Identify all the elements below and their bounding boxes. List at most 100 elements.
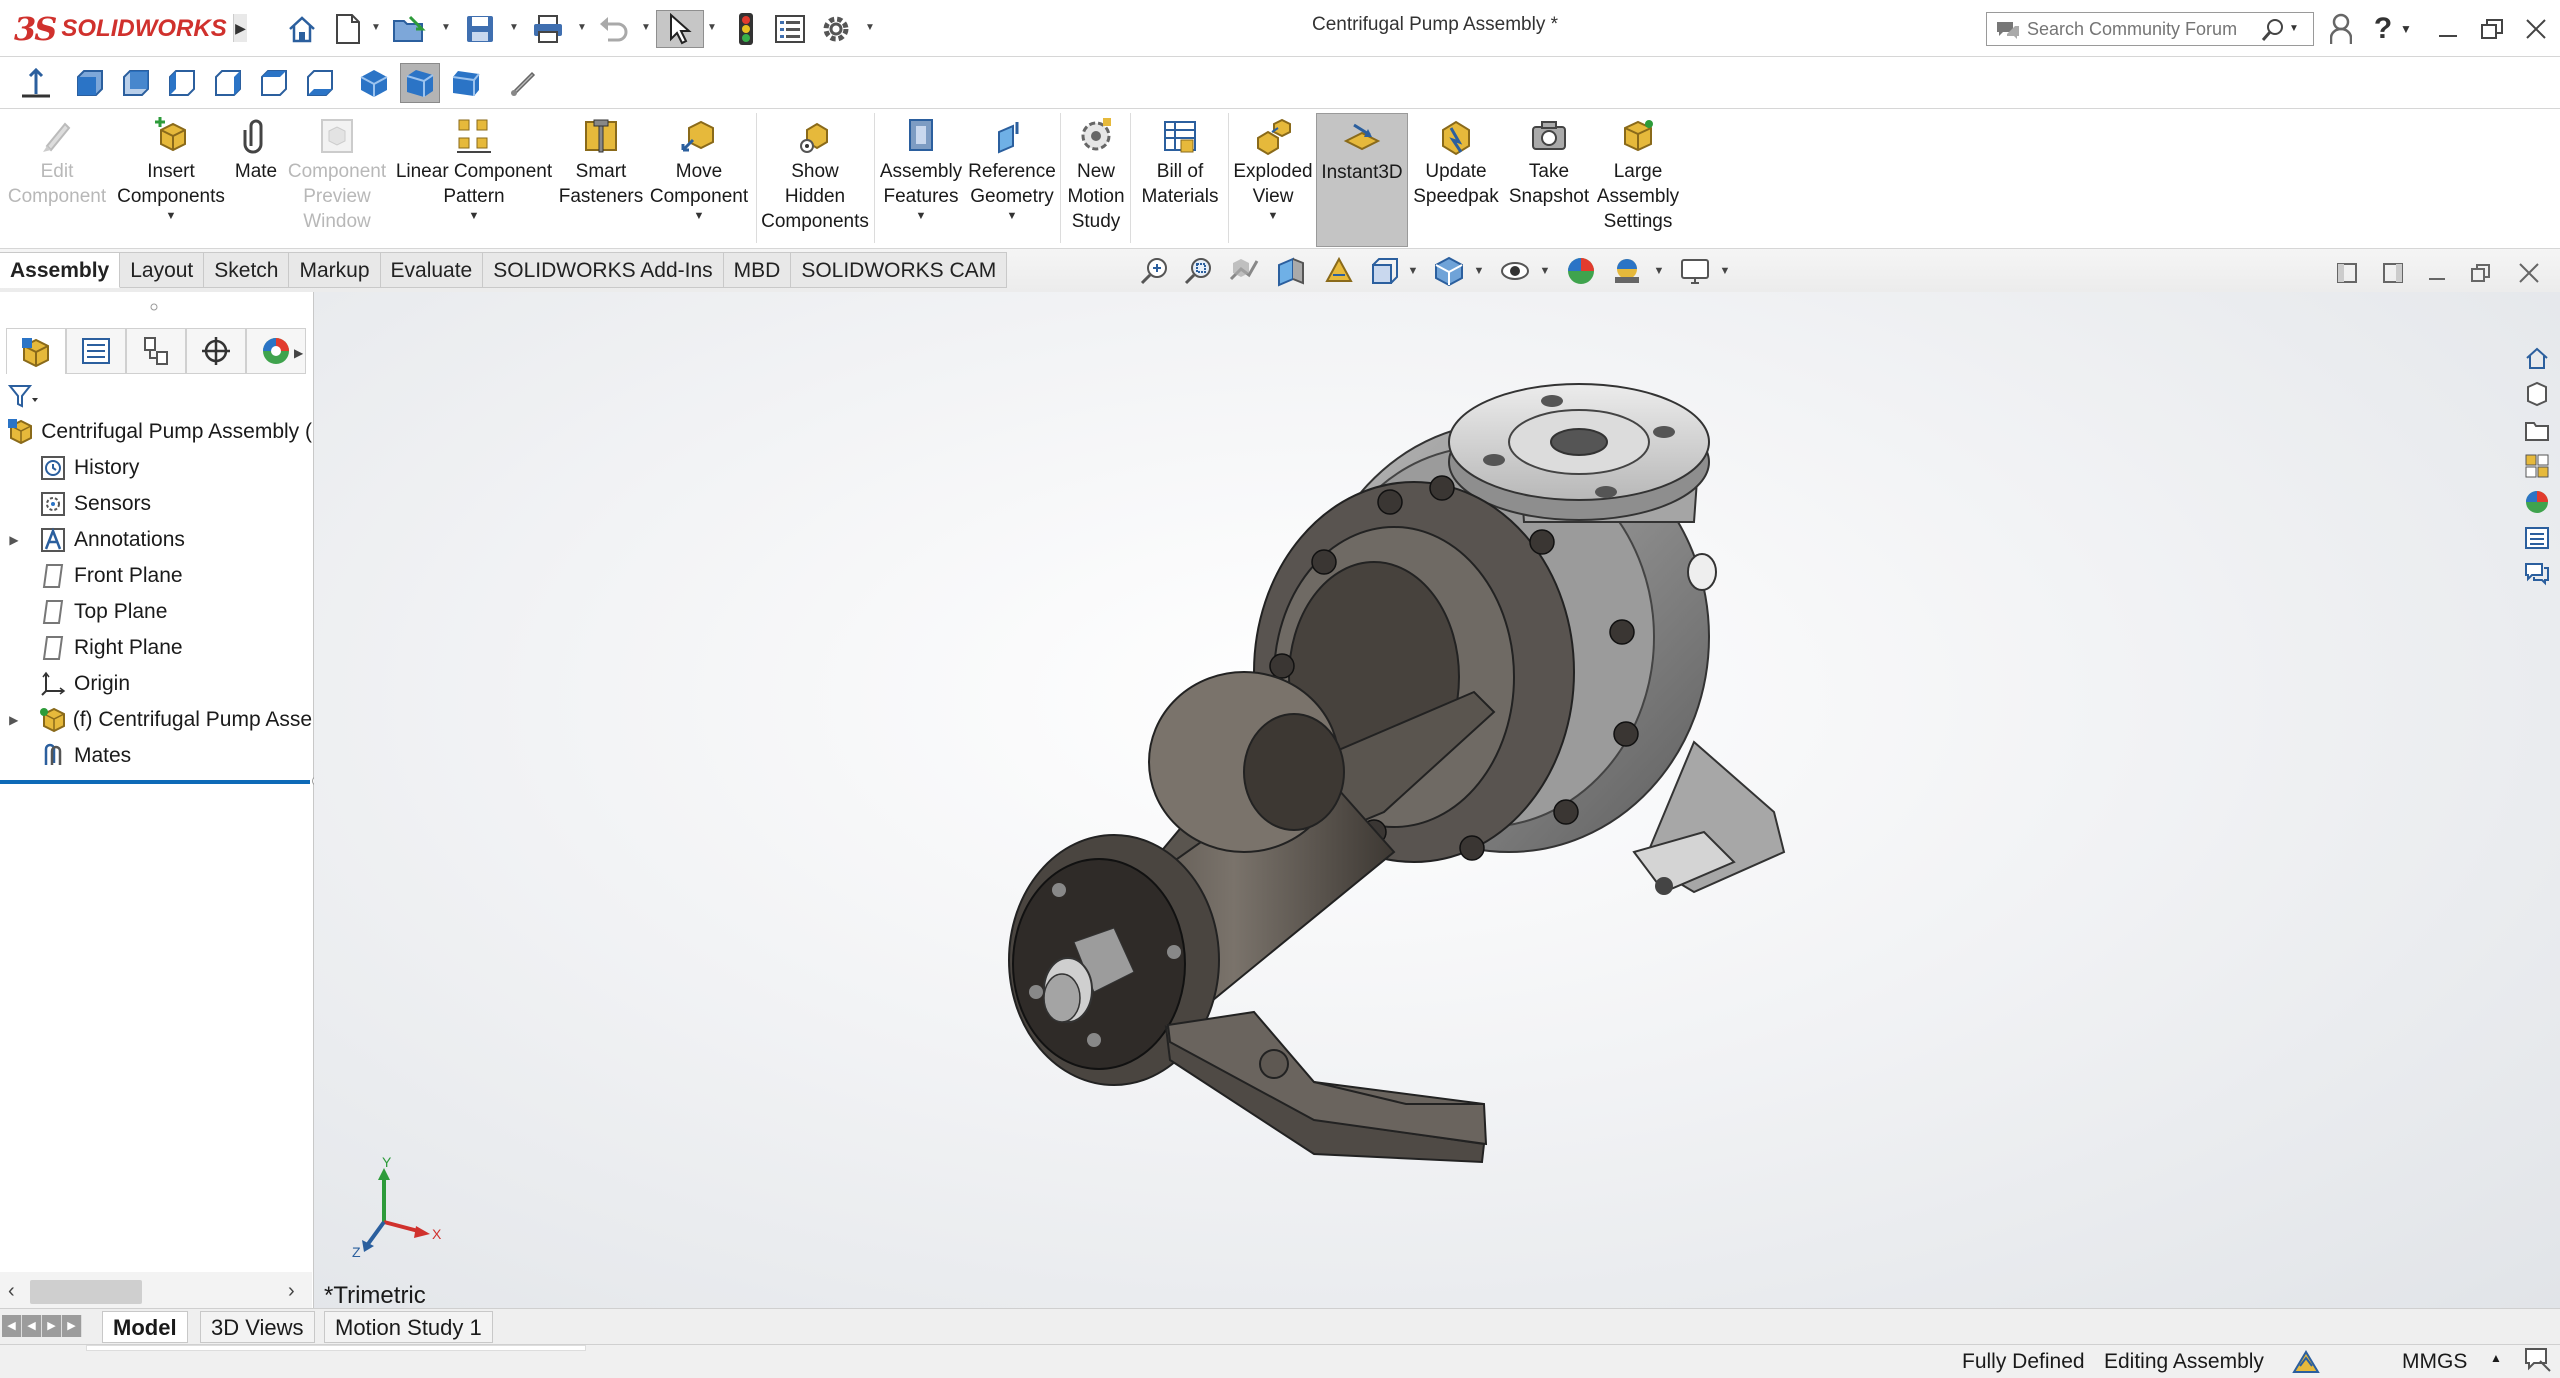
dimxpert-manager-tab-icon[interactable] bbox=[186, 328, 246, 374]
open-dropdown-icon[interactable]: ▼ bbox=[440, 22, 452, 34]
linear-component-pattern-button[interactable]: Linear Component Pattern ▼ bbox=[394, 113, 554, 247]
tab-model[interactable]: Model bbox=[102, 1311, 188, 1343]
scroll-right-icon[interactable]: › bbox=[288, 1280, 295, 1303]
restore-window-icon[interactable] bbox=[2474, 10, 2510, 48]
take-snapshot-button[interactable]: Take Snapshot bbox=[1504, 113, 1594, 247]
right-view-icon[interactable] bbox=[208, 63, 248, 103]
tree-node-annotations[interactable]: ▶ Annotations bbox=[0, 522, 312, 558]
units-dropdown-icon[interactable]: ▲ bbox=[2490, 1351, 2502, 1365]
dynamic-annotation-icon[interactable] bbox=[1318, 253, 1360, 289]
hide-show-items-icon[interactable] bbox=[1494, 253, 1536, 289]
expand-arrow-icon[interactable]: ▶ bbox=[6, 533, 22, 547]
tree-node-top-plane[interactable]: Top Plane bbox=[0, 594, 312, 630]
tab-solidworks-addins[interactable]: SOLIDWORKS Add-Ins bbox=[483, 252, 724, 288]
move-component-button[interactable]: Move Component ▼ bbox=[648, 113, 750, 247]
update-speedpak-button[interactable]: Update Speedpak bbox=[1410, 113, 1502, 247]
front-view-icon[interactable] bbox=[70, 63, 110, 103]
print-dropdown-icon[interactable]: ▼ bbox=[576, 22, 588, 34]
zoom-to-fit-icon[interactable] bbox=[1134, 253, 1176, 289]
design-library-icon[interactable] bbox=[2518, 376, 2556, 412]
hide-show-dropdown-icon[interactable]: ▼ bbox=[1538, 253, 1552, 289]
previous-tab-icon[interactable]: ◀ bbox=[22, 1315, 42, 1337]
configuration-manager-tab-icon[interactable] bbox=[126, 328, 186, 374]
insert-components-dropdown-icon[interactable]: ▼ bbox=[112, 209, 230, 223]
scroll-left-icon[interactable]: ‹ bbox=[8, 1280, 15, 1303]
document-close-icon[interactable] bbox=[2512, 258, 2546, 288]
reference-geometry-button[interactable]: Reference Geometry ▼ bbox=[966, 113, 1058, 247]
feature-tree-horizontal-scrollbar[interactable]: ‹ › bbox=[0, 1272, 312, 1310]
tile-horizontal-icon[interactable] bbox=[2330, 258, 2364, 288]
exploded-view-button[interactable]: Exploded View ▼ bbox=[1232, 113, 1314, 247]
instant3d-button[interactable]: Instant3D bbox=[1316, 113, 1408, 247]
document-minimize-icon[interactable] bbox=[2420, 258, 2454, 288]
more-tabs-arrow-icon[interactable]: ▶ bbox=[294, 346, 303, 360]
graphics-area[interactable] bbox=[314, 292, 2560, 1308]
expand-arrow-icon[interactable]: ▶ bbox=[6, 713, 22, 727]
zoom-to-area-icon[interactable] bbox=[1178, 253, 1220, 289]
display-style-icon[interactable] bbox=[1428, 253, 1470, 289]
new-document-icon[interactable] bbox=[328, 10, 368, 48]
rebuild-status-icon[interactable] bbox=[2290, 1348, 2322, 1378]
tab-evaluate[interactable]: Evaluate bbox=[380, 252, 484, 288]
tab-sketch[interactable]: Sketch bbox=[204, 252, 290, 288]
search-dropdown-icon[interactable]: ▼ bbox=[2289, 23, 2299, 34]
save-icon[interactable] bbox=[460, 10, 500, 48]
menu-expand-arrow-icon[interactable]: ▶ bbox=[233, 14, 247, 42]
pattern-dropdown-icon[interactable]: ▼ bbox=[394, 209, 554, 223]
bottom-view-icon[interactable] bbox=[300, 63, 340, 103]
search-community-forum[interactable]: ▼ bbox=[1986, 12, 2314, 46]
options-gear-icon[interactable] bbox=[816, 10, 856, 48]
show-hidden-components-button[interactable]: Show Hidden Components bbox=[760, 113, 870, 247]
previous-view-icon[interactable] bbox=[1222, 253, 1264, 289]
tree-node-root-assembly[interactable]: Centrifugal Pump Assembly ( bbox=[0, 414, 312, 450]
mate-button[interactable]: Mate bbox=[232, 113, 280, 247]
solidworks-logo[interactable]: 3S SOLIDWORKS bbox=[14, 8, 227, 50]
first-tab-icon[interactable]: ◀ bbox=[2, 1315, 22, 1337]
close-window-icon[interactable] bbox=[2518, 10, 2554, 48]
left-view-icon[interactable] bbox=[162, 63, 202, 103]
document-restore-icon[interactable] bbox=[2464, 258, 2498, 288]
new-document-dropdown-icon[interactable]: ▼ bbox=[370, 22, 382, 34]
help-dropdown-icon[interactable]: ▼ bbox=[2398, 10, 2414, 48]
view-selector-icon[interactable] bbox=[502, 63, 542, 103]
smart-fasteners-button[interactable]: Smart Fasteners bbox=[556, 113, 646, 247]
section-view-icon[interactable] bbox=[1270, 253, 1312, 289]
last-tab-icon[interactable]: ▶ bbox=[62, 1315, 82, 1337]
bill-of-materials-button[interactable]: Bill of Materials bbox=[1134, 113, 1226, 247]
view-orientation-dropdown-icon[interactable]: ▼ bbox=[1406, 253, 1420, 289]
apply-scene-icon[interactable] bbox=[1606, 253, 1648, 289]
user-account-icon[interactable] bbox=[2326, 10, 2356, 48]
component-preview-window-button[interactable]: Component Preview Window bbox=[282, 113, 392, 247]
normal-to-icon[interactable] bbox=[16, 63, 56, 103]
back-view-icon[interactable] bbox=[116, 63, 156, 103]
view-settings-dropdown-icon[interactable]: ▼ bbox=[1718, 253, 1732, 289]
undo-dropdown-icon[interactable]: ▼ bbox=[640, 22, 652, 34]
insert-components-button[interactable]: Insert Components ▼ bbox=[112, 113, 230, 247]
appearances-scenes-icon[interactable] bbox=[2518, 484, 2556, 520]
edit-appearance-icon[interactable] bbox=[1560, 253, 1602, 289]
assembly-features-button[interactable]: Assembly Features ▼ bbox=[878, 113, 964, 247]
assembly-features-dropdown-icon[interactable]: ▼ bbox=[878, 209, 964, 223]
exploded-view-dropdown-icon[interactable]: ▼ bbox=[1232, 209, 1314, 223]
search-input[interactable] bbox=[2027, 17, 2247, 41]
tree-node-right-plane[interactable]: Right Plane bbox=[0, 630, 312, 666]
save-dropdown-icon[interactable]: ▼ bbox=[508, 22, 520, 34]
help-icon[interactable]: ? bbox=[2368, 10, 2398, 48]
dimetric-view-icon[interactable] bbox=[446, 63, 486, 103]
isometric-view-icon[interactable] bbox=[354, 63, 394, 103]
view-palette-icon[interactable] bbox=[2518, 448, 2556, 484]
property-manager-tab-icon[interactable] bbox=[66, 328, 126, 374]
rebuild-traffic-light-icon[interactable] bbox=[726, 10, 766, 48]
status-units[interactable]: MMGS bbox=[2402, 1350, 2467, 1374]
tree-node-mates[interactable]: Mates bbox=[0, 738, 312, 774]
file-properties-icon[interactable] bbox=[770, 10, 810, 48]
panel-splitter[interactable] bbox=[0, 292, 312, 328]
tile-vertical-icon[interactable] bbox=[2376, 258, 2410, 288]
file-explorer-icon[interactable] bbox=[2518, 412, 2556, 448]
tree-node-history[interactable]: History bbox=[0, 450, 312, 486]
tab-mbd[interactable]: MBD bbox=[723, 252, 792, 288]
tab-assembly[interactable]: Assembly bbox=[0, 252, 121, 288]
tree-node-subassembly[interactable]: ▶ (f) Centrifugal Pump Asse bbox=[0, 702, 312, 738]
undo-icon[interactable] bbox=[594, 10, 634, 48]
options-dropdown-icon[interactable]: ▼ bbox=[864, 22, 876, 34]
